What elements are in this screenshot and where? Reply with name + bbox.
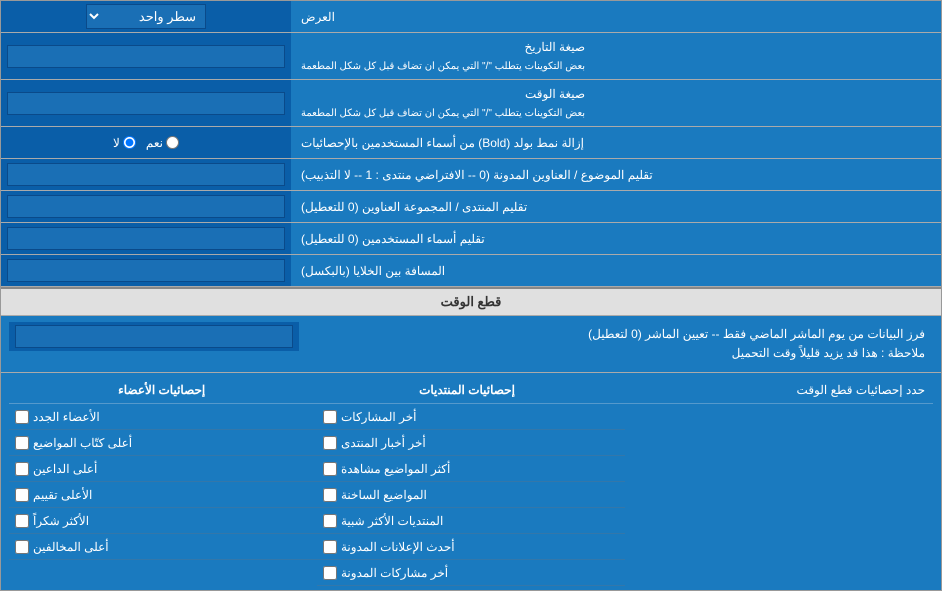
input-cell-ardh: سطر واحد سطرين ثلاثة أسطر	[1, 1, 291, 32]
label-forum-trim: تقليم المنتدى / المجموعة العناوين (0 للت…	[291, 191, 941, 222]
list-item: أعلى كتّاب المواضيع	[9, 430, 317, 456]
list-item: أعلى الداعين	[9, 456, 317, 482]
list-item: أعلى المخالفين	[9, 534, 317, 560]
checkbox-col1-2[interactable]	[323, 462, 337, 476]
list-item: المواضيع الساخنة	[317, 482, 625, 508]
checkbox-col1-header: إحصائيات المنتديات	[314, 381, 619, 399]
input-cell-trim: 33	[1, 159, 291, 190]
input-cell-date-format: d-m	[1, 33, 291, 79]
input-time-format[interactable]: H:i	[7, 92, 285, 115]
row-date-format: صيغة التاريخبعض التكوينات يتطلب "/" التي…	[1, 33, 941, 80]
checkbox-col1: أخر المشاركات أخر أخبار المنتدى أكثر الم…	[317, 404, 625, 586]
section-header-time: قطع الوقت	[1, 287, 941, 316]
input-cell-forum-trim: 33	[1, 191, 291, 222]
main-container: العرض سطر واحد سطرين ثلاثة أسطر صيغة الت…	[0, 0, 942, 591]
label-date-format: صيغة التاريخبعض التكوينات يتطلب "/" التي…	[291, 33, 941, 79]
row-space: المسافة بين الخلايا (بالبكسل) 2	[1, 255, 941, 287]
bottom-section: فرز البيانات من يوم الماشر الماضي فقط --…	[1, 316, 941, 372]
row-users-trim: تقليم أسماء المستخدمين (0 للتعطيل) 0	[1, 223, 941, 255]
input-space[interactable]: 2	[7, 259, 285, 282]
list-item: أحدث الإعلانات المدونة	[317, 534, 625, 560]
radio-yes[interactable]	[166, 136, 179, 149]
checkbox-col2-header: إحصائيات الأعضاء	[9, 381, 314, 399]
row-bold: إزالة نمط بولد (Bold) من أسماء المستخدمي…	[1, 127, 941, 159]
label-ardh: العرض	[291, 1, 941, 32]
bottom-label-filter: فرز البيانات من يوم الماشر الماضي فقط --…	[299, 322, 933, 366]
input-users-trim[interactable]: 0	[7, 227, 285, 250]
list-item: أخر أخبار المنتدى	[317, 430, 625, 456]
label-users-trim: تقليم أسماء المستخدمين (0 للتعطيل)	[291, 223, 941, 254]
input-cell-space: 2	[1, 255, 291, 286]
list-item: الأعضاء الجدد	[9, 404, 317, 430]
checkbox-header-row: حدد إحصائيات قطع الوقت إحصائيات المنتديا…	[9, 377, 933, 404]
empty-left	[625, 404, 933, 586]
bottom-row-filter: فرز البيانات من يوم الماشر الماضي فقط --…	[9, 322, 933, 366]
bottom-input-cell-filter: 0	[9, 322, 299, 351]
list-item: أكثر المواضيع مشاهدة	[317, 456, 625, 482]
input-date-format[interactable]: d-m	[7, 45, 285, 68]
list-item: الأكثر شكراً	[9, 508, 317, 534]
checkbox-col2-0[interactable]	[15, 410, 29, 424]
list-item: أخر المشاركات	[317, 404, 625, 430]
checkbox-section: حدد إحصائيات قطع الوقت إحصائيات المنتديا…	[1, 372, 941, 590]
checkbox-rows: أخر المشاركات أخر أخبار المنتدى أكثر الم…	[9, 404, 933, 586]
radio-no-label[interactable]: لا	[113, 136, 136, 150]
list-item: أخر مشاركات المدونة	[317, 560, 625, 586]
checkbox-col2: الأعضاء الجدد أعلى كتّاب المواضيع أعلى ا…	[9, 404, 317, 586]
checkbox-col1-5[interactable]	[323, 540, 337, 554]
checkbox-col2-4[interactable]	[15, 514, 29, 528]
label-trim: تقليم الموضوع / العناوين المدونة (0 -- ا…	[291, 159, 941, 190]
input-cell-bold: نعم لا	[1, 127, 291, 158]
input-cell-time-format: H:i	[1, 80, 291, 126]
checkbox-col2-5[interactable]	[15, 540, 29, 554]
checkbox-col1-0[interactable]	[323, 410, 337, 424]
checkbox-col1-4[interactable]	[323, 514, 337, 528]
checkbox-section-label: حدد إحصائيات قطع الوقت	[620, 381, 933, 399]
checkbox-col1-3[interactable]	[323, 488, 337, 502]
input-forum-trim[interactable]: 33	[7, 195, 285, 218]
row-ardh: العرض سطر واحد سطرين ثلاثة أسطر	[1, 1, 941, 33]
input-filter[interactable]: 0	[15, 325, 293, 348]
radio-yes-label[interactable]: نعم	[146, 136, 179, 150]
checkbox-col2-1[interactable]	[15, 436, 29, 450]
checkbox-col2-3[interactable]	[15, 488, 29, 502]
row-trim: تقليم الموضوع / العناوين المدونة (0 -- ا…	[1, 159, 941, 191]
row-time-format: صيغة الوقتبعض التكوينات يتطلب "/" التي ي…	[1, 80, 941, 127]
list-item: المنتديات الأكثر شبية	[317, 508, 625, 534]
row-forum-trim: تقليم المنتدى / المجموعة العناوين (0 للت…	[1, 191, 941, 223]
input-trim[interactable]: 33	[7, 163, 285, 186]
label-bold: إزالة نمط بولد (Bold) من أسماء المستخدمي…	[291, 127, 941, 158]
checkbox-col1-1[interactable]	[323, 436, 337, 450]
input-cell-users-trim: 0	[1, 223, 291, 254]
checkbox-col1-6[interactable]	[323, 566, 337, 580]
label-time-format: صيغة الوقتبعض التكوينات يتطلب "/" التي ي…	[291, 80, 941, 126]
radio-no[interactable]	[123, 136, 136, 149]
list-item: الأعلى تقييم	[9, 482, 317, 508]
select-ardh[interactable]: سطر واحد سطرين ثلاثة أسطر	[86, 4, 206, 29]
label-space: المسافة بين الخلايا (بالبكسل)	[291, 255, 941, 286]
checkbox-col2-2[interactable]	[15, 462, 29, 476]
